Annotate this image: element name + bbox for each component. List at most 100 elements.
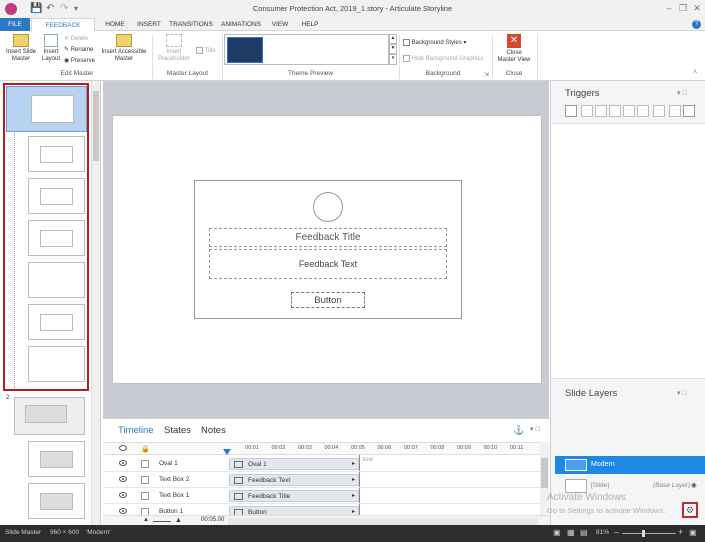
tab-insert[interactable]: INSERT [133,18,165,31]
feedback-oval[interactable] [313,192,343,222]
timeline-hscrollbar[interactable] [228,518,538,525]
scroll-thumb[interactable] [93,91,99,161]
new-trigger-icon[interactable] [565,105,577,117]
paste-trigger-icon[interactable] [609,105,621,117]
triggers-menu-icon[interactable]: ▾ □ [677,89,687,97]
theme-thumbnail[interactable] [227,37,263,63]
delete-trigger-icon[interactable] [637,105,649,117]
zoom-slider-thumb[interactable] [642,530,645,537]
anchor-icon[interactable]: ⚓ [513,425,524,436]
close-window-button[interactable]: ✕ [690,2,704,15]
trigger-view-icon[interactable] [669,105,681,117]
status-zoom-in-icon[interactable]: + [678,527,683,537]
collapse-ribbon-icon[interactable]: ˄ [693,69,697,76]
layout-thumbnail[interactable] [28,136,85,172]
eye-icon[interactable] [119,476,127,482]
zoom-slider[interactable] [153,521,171,522]
dialog-launcher-icon[interactable]: ⇲ [484,71,489,78]
scroll-thumb[interactable] [541,458,548,488]
tab-view[interactable]: VIEW [267,18,293,31]
gallery-scroll-down-button[interactable]: ▼ [389,44,397,54]
master-slide-thumbnail[interactable] [6,86,87,132]
trigger-settings-icon[interactable] [683,105,695,117]
layer-modern[interactable]: Modern [555,456,705,474]
tab-feedback-master[interactable]: FEEDBACK MASTER [31,18,95,42]
layer-eye-icon[interactable]: ◉ [691,477,697,495]
lock-checkbox[interactable] [141,460,149,468]
timeline-row[interactable]: Text Box 2 Feedback Text ▸ [103,472,550,488]
tab-notes[interactable]: Notes [201,425,226,436]
expand-arrow-icon[interactable]: ▸ [352,459,355,470]
master-slide-thumbnail[interactable] [14,397,85,435]
status-zoom-slider[interactable] [622,530,676,537]
tab-help[interactable]: HELP [297,18,323,31]
copy-trigger-icon[interactable] [595,105,607,117]
rename-button[interactable]: ✎ Rename [64,46,93,54]
minimize-button[interactable]: – [662,2,676,15]
feedback-button-placeholder[interactable]: Button [291,292,365,308]
layout-thumbnail[interactable] [28,346,85,382]
normal-view-icon[interactable]: ▣ [553,528,561,537]
tab-states[interactable]: States [164,425,191,436]
restore-button[interactable]: ❐ [676,2,690,15]
background-styles-button[interactable]: Background Styles ▾ [403,39,466,47]
timeline-vscrollbar[interactable] [540,442,549,515]
timeline-row[interactable]: Oval 1 Oval 1 ▸ [103,456,550,472]
help-icon[interactable]: ? [692,20,701,29]
insert-slide-master-button[interactable]: Insert Slide Master [4,34,38,63]
hide-background-graphics-checkbox[interactable]: Hide Background Graphics [403,55,483,63]
tab-timeline[interactable]: Timeline [118,425,154,436]
edit-trigger-icon[interactable] [581,105,593,117]
eye-icon[interactable] [119,460,127,466]
lock-icon[interactable]: 🔒 [141,445,150,453]
layout-thumbnail[interactable] [28,220,85,256]
feedback-text-placeholder[interactable]: Feedback Text [209,249,447,279]
lock-checkbox[interactable] [141,492,149,500]
timeline-bar[interactable]: Feedback Text ▸ [229,474,359,486]
feedback-box[interactable]: Feedback Title Feedback Text Button [194,180,462,319]
left-panel-scrollbar[interactable] [91,81,100,525]
title-checkbox[interactable]: Title [196,47,216,55]
zoom-in-icon[interactable]: ▲ [175,517,182,524]
playhead-marker[interactable] [223,449,231,455]
layout-thumbnail[interactable] [28,262,85,298]
preserve-button[interactable]: ◉ Preserve [64,57,95,65]
close-master-view-button[interactable]: ✕ Close Master View [494,34,534,64]
lock-checkbox[interactable] [141,476,149,484]
zoom-out-icon[interactable]: ▲ [143,517,149,523]
panel-menu-icon[interactable]: ▾ □ [530,425,540,433]
delete-button[interactable]: ✕ Delete [64,35,88,43]
settings-gear-icon[interactable]: ⚙ [682,502,698,518]
timeline-row[interactable]: Text Box 1 Feedback Title ▸ [103,488,550,504]
slide-layers-menu-icon[interactable]: ▾ □ [677,389,687,397]
insert-placeholder-button[interactable]: Insert Placeholder [155,34,193,63]
layout-thumbnail[interactable] [28,441,85,477]
tab-animations[interactable]: ANIMATIONS [217,18,265,31]
feedback-title-placeholder[interactable]: Feedback Title [209,228,447,247]
expand-arrow-icon[interactable]: ▸ [352,475,355,486]
gallery-expand-button[interactable]: ▾ [389,54,397,65]
layout-thumbnail[interactable] [28,178,85,214]
insert-accessible-master-button[interactable]: Insert Accessible Master [100,34,148,63]
layout-thumbnail[interactable] [28,304,85,340]
expand-arrow-icon[interactable]: ▸ [352,491,355,502]
tab-transitions[interactable]: TRANSITIONS [167,18,215,31]
fit-window-icon[interactable]: ▣ [689,528,697,537]
slide-canvas[interactable]: Feedback Title Feedback Text Button [113,116,541,383]
move-trigger-icon[interactable] [653,105,665,117]
eye-icon[interactable] [119,508,127,514]
theme-preview-gallery[interactable] [224,34,389,65]
duplicate-trigger-icon[interactable] [623,105,635,117]
insert-layout-button[interactable]: Insert Layout [40,34,62,63]
gallery-scroll-up-button[interactable]: ▲ [389,34,397,44]
layout-thumbnail[interactable] [28,483,85,519]
tab-file[interactable]: FILE [0,18,30,31]
slide-sorter-icon[interactable]: ▦ [567,528,575,537]
fit-icon[interactable]: ▤ [580,528,588,537]
status-zoom-out-icon[interactable]: – [614,527,619,537]
tab-home[interactable]: HOME [99,18,131,31]
timeline-bar[interactable]: Feedback Title ▸ [229,490,359,502]
timeline-bar[interactable]: Oval 1 ▸ [229,458,359,470]
eye-icon[interactable] [119,492,127,498]
show-all-eye-icon[interactable] [119,445,127,451]
